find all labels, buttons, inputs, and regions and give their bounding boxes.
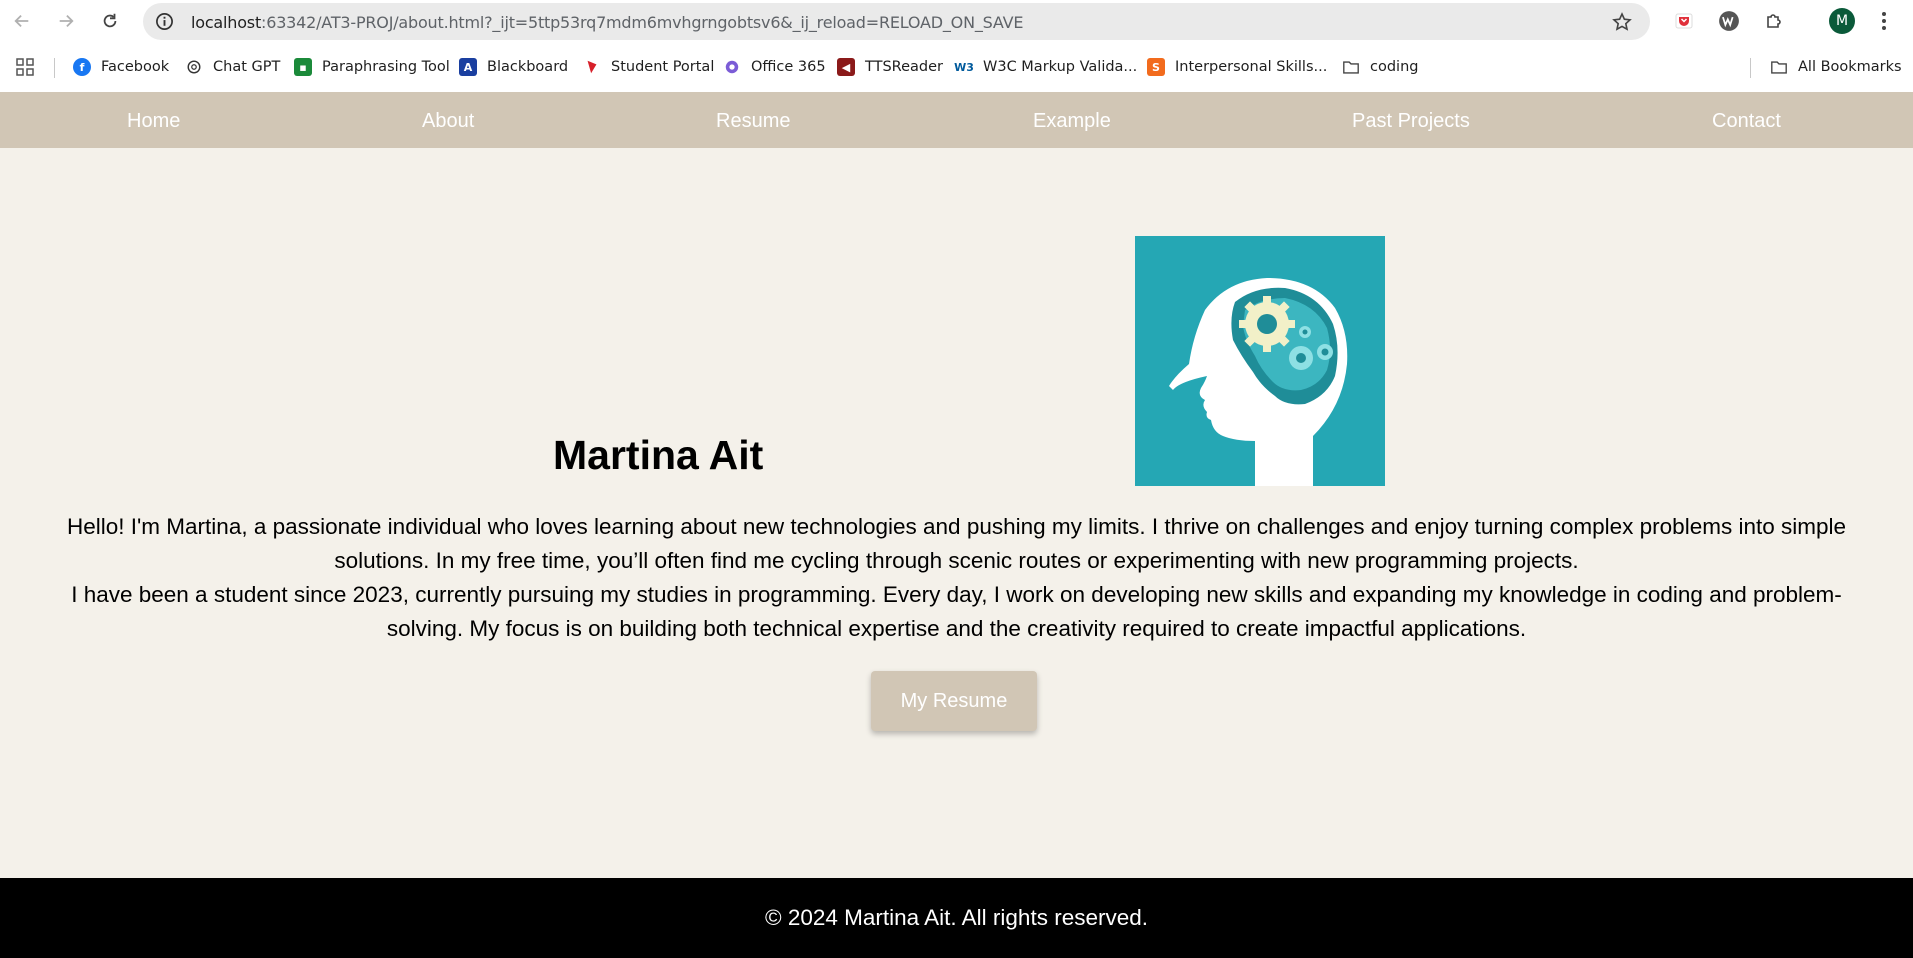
bookmark-w3c[interactable]: W3 W3C Markup Valida... bbox=[954, 56, 1138, 78]
bookmark-label: TTSReader bbox=[865, 59, 943, 75]
chatgpt-icon bbox=[185, 58, 203, 76]
apps-grid-icon[interactable] bbox=[16, 58, 34, 76]
bookmark-blackboard[interactable]: A Blackboard bbox=[459, 56, 568, 78]
page-title: Martina Ait bbox=[553, 432, 764, 478]
bookmark-office-365[interactable]: Office 365 bbox=[723, 56, 826, 78]
all-bookmarks-button[interactable]: All Bookmarks bbox=[1770, 56, 1902, 78]
bookmark-label: Student Portal bbox=[611, 59, 715, 75]
pdf-extension-icon bbox=[1675, 13, 1693, 29]
bookmark-ttsreader[interactable]: ◀ TTSReader bbox=[837, 56, 943, 78]
nav-resume-link[interactable]: Resume bbox=[716, 110, 790, 133]
w-extension-icon bbox=[1719, 11, 1739, 31]
url-text: localhost:63342/AT3-PROJ/about.html?_ijt… bbox=[191, 13, 1024, 32]
profile-avatar[interactable]: M bbox=[1829, 8, 1855, 34]
bookmark-label: Facebook bbox=[101, 59, 170, 75]
profile-image bbox=[1135, 236, 1385, 486]
student-portal-icon bbox=[583, 58, 601, 76]
facebook-icon: f bbox=[73, 58, 91, 76]
bookmark-paraphrasing-tool[interactable]: ▪ Paraphrasing Tool bbox=[294, 56, 450, 78]
folder-icon bbox=[1770, 58, 1788, 76]
bookmark-interpersonal-skills[interactable]: S Interpersonal Skills... bbox=[1147, 56, 1327, 78]
site-footer: © 2024 Martina Ait. All rights reserved. bbox=[0, 878, 1913, 958]
bookmark-facebook[interactable]: f Facebook bbox=[73, 56, 169, 78]
browser-toolbar: localhost:63342/AT3-PROJ/about.html?_ijt… bbox=[0, 0, 1913, 42]
reload-button[interactable] bbox=[97, 8, 123, 34]
nav-home-link[interactable]: Home bbox=[127, 110, 180, 133]
my-resume-button[interactable]: My Resume bbox=[871, 671, 1037, 731]
puzzle-piece-icon bbox=[1767, 14, 1781, 28]
back-button[interactable] bbox=[9, 8, 35, 34]
copyright-text: © 2024 Martina Ait. All rights reserved. bbox=[764, 905, 1148, 930]
bookmark-chatgpt[interactable]: Chat GPT bbox=[185, 56, 280, 78]
bookmark-label: Interpersonal Skills... bbox=[1175, 59, 1328, 75]
reload-icon bbox=[103, 13, 117, 28]
all-bookmarks-label: All Bookmarks bbox=[1798, 59, 1902, 75]
folder-icon bbox=[1342, 58, 1360, 76]
nav-about-link[interactable]: About bbox=[422, 110, 474, 133]
site-info-icon[interactable] bbox=[155, 12, 174, 31]
bookmark-label: Blackboard bbox=[487, 59, 569, 75]
paraphrasing-tool-icon: ▪ bbox=[294, 58, 312, 76]
bio-paragraph-2: I have been a student since 2023, curren… bbox=[71, 582, 1842, 641]
bookmark-label: coding bbox=[1370, 59, 1419, 75]
nav-past-projects-link[interactable]: Past Projects bbox=[1352, 110, 1470, 133]
browser-menu-icon[interactable] bbox=[1878, 9, 1890, 33]
address-bar[interactable]: localhost:63342/AT3-PROJ/about.html?_ijt… bbox=[143, 3, 1650, 40]
bookmark-star-icon[interactable] bbox=[1612, 12, 1632, 32]
bio-paragraph-1: Hello! I'm Martina, a passionate individ… bbox=[66, 514, 1847, 573]
nav-example-link[interactable]: Example bbox=[1033, 110, 1111, 133]
interpersonal-skills-icon: S bbox=[1147, 58, 1165, 76]
bio-text: Hello! I'm Martina, a passionate individ… bbox=[40, 510, 1873, 646]
bookmark-label: Chat GPT bbox=[213, 59, 281, 75]
extensions-button[interactable] bbox=[1762, 9, 1786, 33]
extension-pdf-button[interactable] bbox=[1672, 9, 1696, 33]
bookmark-student-portal[interactable]: Student Portal bbox=[583, 56, 714, 78]
bookmark-label: Office 365 bbox=[751, 59, 826, 75]
bookmark-separator bbox=[54, 58, 55, 78]
bookmark-separator bbox=[1750, 58, 1751, 78]
blackboard-icon: A bbox=[459, 58, 477, 76]
bookmark-label: Paraphrasing Tool bbox=[322, 59, 450, 75]
extension-w-button[interactable] bbox=[1717, 9, 1741, 33]
bookmarks-bar: f Facebook Chat GPT ▪ Paraphrasing Tool … bbox=[0, 42, 1913, 92]
about-section: Martina Ait Hello! I'm Martina, a passio… bbox=[0, 148, 1913, 878]
bookmark-label: W3C Markup Valida... bbox=[983, 59, 1138, 75]
site-nav: Home About Resume Example Past Projects … bbox=[0, 92, 1913, 148]
bookmark-folder-coding[interactable]: coding bbox=[1342, 56, 1418, 78]
back-arrow-icon bbox=[14, 14, 29, 28]
w3c-icon: W3 bbox=[954, 60, 974, 74]
ttsreader-icon: ◀ bbox=[837, 58, 855, 76]
brain-gears-icon bbox=[1135, 236, 1385, 486]
forward-arrow-icon bbox=[59, 14, 74, 28]
office-365-icon bbox=[723, 58, 741, 76]
forward-button[interactable] bbox=[53, 8, 79, 34]
nav-contact-link[interactable]: Contact bbox=[1712, 110, 1781, 133]
